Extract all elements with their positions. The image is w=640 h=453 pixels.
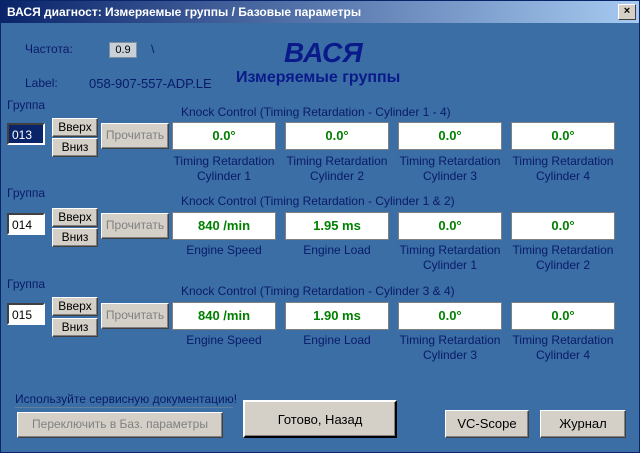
value-field: 0.0° — [511, 302, 615, 330]
brand-title: ВАСЯ — [284, 37, 363, 68]
client-area: Частота: 0.9 \ Label: 058-907-557-ADP.LE… — [3, 25, 637, 450]
value-field: 0.0° — [398, 302, 502, 330]
up-button[interactable]: Вверх — [52, 297, 98, 316]
label-label: Label: — [25, 76, 58, 90]
value-caption: Timing Retardation Cylinder 2 — [512, 243, 614, 272]
done-back-button[interactable]: Готово, Назад — [243, 400, 397, 438]
service-notice: Используйте сервисную документацию! — [15, 392, 238, 406]
down-button[interactable]: Вниз — [52, 138, 98, 157]
value-caption: Engine Load — [303, 243, 371, 257]
value-caption: Timing Retardation Cylinder 1 — [173, 154, 275, 183]
group-header: Knock Control (Timing Retardation - Cyli… — [181, 194, 455, 208]
group-header: Knock Control (Timing Retardation - Cyli… — [181, 105, 451, 119]
vc-scope-button[interactable]: VC-Scope — [445, 410, 529, 438]
window-title: ВАСЯ диагност: Измеряемые группы / Базов… — [7, 5, 362, 19]
value-caption: Timing Retardation Cylinder 3 — [399, 154, 501, 183]
read-button[interactable]: Прочитать — [101, 303, 169, 329]
value-caption: Timing Retardation Cylinder 1 — [399, 243, 501, 272]
group-label: Группа — [7, 186, 46, 200]
group-number-input[interactable]: 013 — [7, 123, 45, 145]
group-header: Knock Control (Timing Retardation - Cyli… — [181, 284, 455, 298]
value-caption: Engine Speed — [186, 243, 262, 257]
value-field: 0.0° — [172, 122, 276, 150]
up-button[interactable]: Вверх — [52, 208, 98, 227]
journal-button[interactable]: Журнал — [540, 410, 626, 438]
read-button[interactable]: Прочитать — [101, 123, 169, 149]
brand-subtitle: Измеряемые группы — [236, 69, 401, 86]
value-caption: Timing Retardation Cylinder 4 — [512, 154, 614, 183]
value-caption: Timing Retardation Cylinder 3 — [399, 333, 501, 362]
value-field: 840 /min — [172, 302, 276, 330]
value-field: 0.0° — [511, 212, 615, 240]
value-caption: Timing Retardation Cylinder 2 — [286, 154, 388, 183]
value-field: 840 /min — [172, 212, 276, 240]
value-caption: Engine Load — [303, 333, 371, 347]
value-caption: Engine Speed — [186, 333, 262, 347]
frequency-indicator: \ — [151, 42, 155, 56]
label-value: 058-907-557-ADP.LE — [89, 76, 212, 91]
group-number-input[interactable]: 014 — [7, 213, 45, 235]
frequency-value: 0.9 — [109, 42, 137, 58]
down-button[interactable]: Вниз — [52, 318, 98, 337]
divider — [15, 407, 233, 408]
group-label: Группа — [7, 98, 46, 112]
close-button[interactable]: × — [618, 4, 636, 20]
group-label: Группа — [7, 277, 46, 291]
main-window: ВАСЯ диагност: Измеряемые группы / Базов… — [0, 0, 640, 453]
value-field: 0.0° — [285, 122, 389, 150]
frequency-label: Частота: — [25, 42, 73, 56]
value-field: 0.0° — [398, 122, 502, 150]
read-button[interactable]: Прочитать — [101, 213, 169, 239]
value-field: 1.95 ms — [285, 212, 389, 240]
value-field: 0.0° — [398, 212, 502, 240]
up-button[interactable]: Вверх — [52, 118, 98, 137]
switch-basic-params-button[interactable]: Переключить в Баз. параметры — [17, 412, 223, 438]
value-caption: Timing Retardation Cylinder 4 — [512, 333, 614, 362]
value-field: 1.90 ms — [285, 302, 389, 330]
group-number-input[interactable]: 015 — [7, 303, 45, 325]
value-field: 0.0° — [511, 122, 615, 150]
down-button[interactable]: Вниз — [52, 228, 98, 247]
title-bar[interactable]: ВАСЯ диагност: Измеряемые группы / Базов… — [1, 1, 639, 23]
